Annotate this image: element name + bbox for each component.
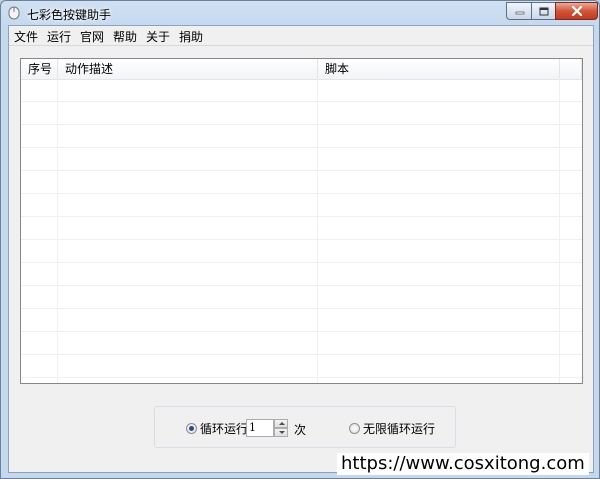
infinite-loop-label[interactable]: 无限循环运行 [363, 420, 435, 437]
arrow-up-icon [279, 422, 285, 425]
table-row[interactable] [21, 148, 582, 171]
loop-count-label[interactable]: 循环运行 [200, 420, 248, 437]
table-row[interactable] [21, 194, 582, 217]
loop-count-spinner[interactable] [274, 419, 288, 437]
loop-count-input[interactable]: 1 [246, 419, 274, 437]
list-header: 序号 动作描述 脚本 [21, 59, 582, 80]
arrow-down-icon [279, 431, 285, 434]
maximize-button[interactable] [531, 2, 556, 20]
main-window: 七彩色按键助手 文件 运行 官网 帮助 关于 捐助 序号 动作描述 脚本 循环运… [0, 0, 600, 479]
menu-donate[interactable]: 捐助 [179, 28, 203, 45]
spin-up-button[interactable] [274, 419, 288, 428]
grid-line [317, 79, 318, 383]
grid-line [559, 79, 560, 383]
close-icon [571, 6, 582, 16]
grid-line [57, 79, 58, 383]
mouse-icon [8, 6, 20, 20]
close-button[interactable] [555, 2, 598, 20]
minimize-button[interactable] [506, 2, 532, 20]
menu-about[interactable]: 关于 [146, 28, 170, 45]
table-row[interactable] [21, 332, 582, 355]
menu-bar: 文件 运行 官网 帮助 关于 捐助 [9, 26, 593, 46]
client-area: 文件 运行 官网 帮助 关于 捐助 序号 动作描述 脚本 循环运行 1 次 无限… [8, 25, 594, 473]
title-bar[interactable]: 七彩色按键助手 [1, 1, 599, 25]
menu-help[interactable]: 帮助 [113, 28, 137, 45]
loop-count-radio[interactable] [186, 423, 197, 434]
table-row[interactable] [21, 125, 582, 148]
column-header-filler [560, 59, 582, 79]
table-row[interactable] [21, 171, 582, 194]
table-row[interactable] [21, 240, 582, 263]
table-row[interactable] [21, 102, 582, 125]
menu-file[interactable]: 文件 [14, 28, 38, 45]
table-row[interactable] [21, 217, 582, 240]
column-header-script[interactable]: 脚本 [318, 59, 560, 79]
action-list[interactable]: 序号 动作描述 脚本 [20, 58, 583, 384]
menu-run[interactable]: 运行 [47, 28, 71, 45]
watermark-text: https://www.cosxitong.com [337, 453, 589, 475]
spin-down-button[interactable] [274, 428, 288, 437]
table-row[interactable] [21, 263, 582, 286]
column-header-index[interactable]: 序号 [21, 59, 58, 79]
loop-options-group: 循环运行 1 次 无限循环运行 [154, 406, 456, 448]
infinite-loop-radio[interactable] [349, 423, 360, 434]
column-header-description[interactable]: 动作描述 [58, 59, 318, 79]
table-row[interactable] [21, 355, 582, 378]
maximize-icon [539, 7, 549, 15]
table-row[interactable] [21, 309, 582, 332]
menu-website[interactable]: 官网 [80, 28, 104, 45]
minimize-icon [515, 11, 524, 15]
times-label: 次 [294, 423, 307, 437]
table-row[interactable] [21, 79, 582, 102]
table-row[interactable] [21, 286, 582, 309]
window-title: 七彩色按键助手 [27, 8, 112, 22]
